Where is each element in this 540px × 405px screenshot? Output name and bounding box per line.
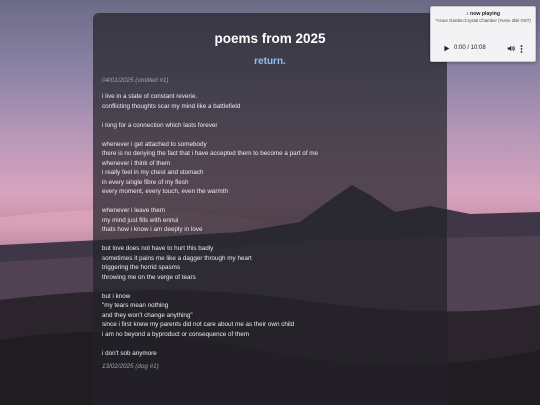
poem-line: i really feel in my chest and stomach <box>102 169 204 176</box>
play-button[interactable] <box>440 40 452 57</box>
volume-button[interactable] <box>505 40 516 57</box>
poem-line: thats how i know i am deeply in love <box>102 226 203 233</box>
poem-line: i long for a connection which lasts fore… <box>102 121 218 129</box>
stanza-gap <box>102 282 442 292</box>
poem-line: i don't sob anymore <box>102 349 157 357</box>
poem-line: since i first knew my parents did not ca… <box>102 321 295 328</box>
playback-time: 0:00 / 10:08 <box>454 45 486 51</box>
poem-line: i live in a state of constant reverie. <box>102 93 198 100</box>
poem-line: every moment, every touch, even the warm… <box>102 188 228 195</box>
volume-icon <box>507 45 515 52</box>
poem-line: throwing me on the verge of tears <box>102 273 196 281</box>
poem-line: whenever i leave them <box>102 207 166 214</box>
poem-line: triggering the horrid spasms <box>102 264 181 271</box>
poem-line: but love does not have to hurt this badl… <box>102 245 214 252</box>
poem-line: in every single fibre of my flesh <box>102 178 189 186</box>
poem-line: whenever i think of them <box>102 159 171 167</box>
entry-header: 04/01/2025 (untitled #1) <box>102 77 169 84</box>
now-playing-widget: ♪ now playing "Azure Garden:Crystal Cham… <box>430 6 536 62</box>
more-options-button[interactable] <box>517 40 526 57</box>
return-link[interactable]: return. <box>93 56 447 67</box>
poem-line: whenever i get attached to somebody <box>102 140 207 148</box>
stanza-gap <box>102 111 442 121</box>
audio-player: 0:00 / 10:08 <box>438 40 528 57</box>
track-name: "Azure Garden:Crystal Chamber (Yume 2kki… <box>435 18 531 23</box>
stanza-gap <box>102 339 442 349</box>
poem-line: i am no beyond a byproduct or consequenc… <box>102 330 250 338</box>
poem-line: conflicting thoughts scar my mind like a… <box>102 102 241 110</box>
poem-line: but i know <box>102 292 131 300</box>
entry-header: 13/02/2025 (dog #1) <box>102 363 159 370</box>
more-options-icon <box>520 44 523 53</box>
now-playing-title: ♪ now playing <box>465 11 500 17</box>
play-icon <box>443 45 449 52</box>
stanza-gap <box>102 197 442 207</box>
stanza-gap <box>102 235 442 245</box>
poem-line: and they won't change anything" <box>102 311 193 319</box>
page-title: poems from 2025 <box>214 31 326 46</box>
poem-line: "my tears mean nothing <box>102 302 169 309</box>
poem-line: sometimes it pains me like a dagger thro… <box>102 254 252 262</box>
poem-line: my mind just fills with ennui <box>102 216 179 224</box>
stanza-gap <box>102 130 442 140</box>
poems-panel: poems from 2025 return. 04/01/2025 (unti… <box>93 13 447 405</box>
poem-line: there is no denying the fact that i have… <box>102 150 318 157</box>
poem-list: 04/01/2025 (untitled #1) i live in a stat… <box>102 77 442 378</box>
